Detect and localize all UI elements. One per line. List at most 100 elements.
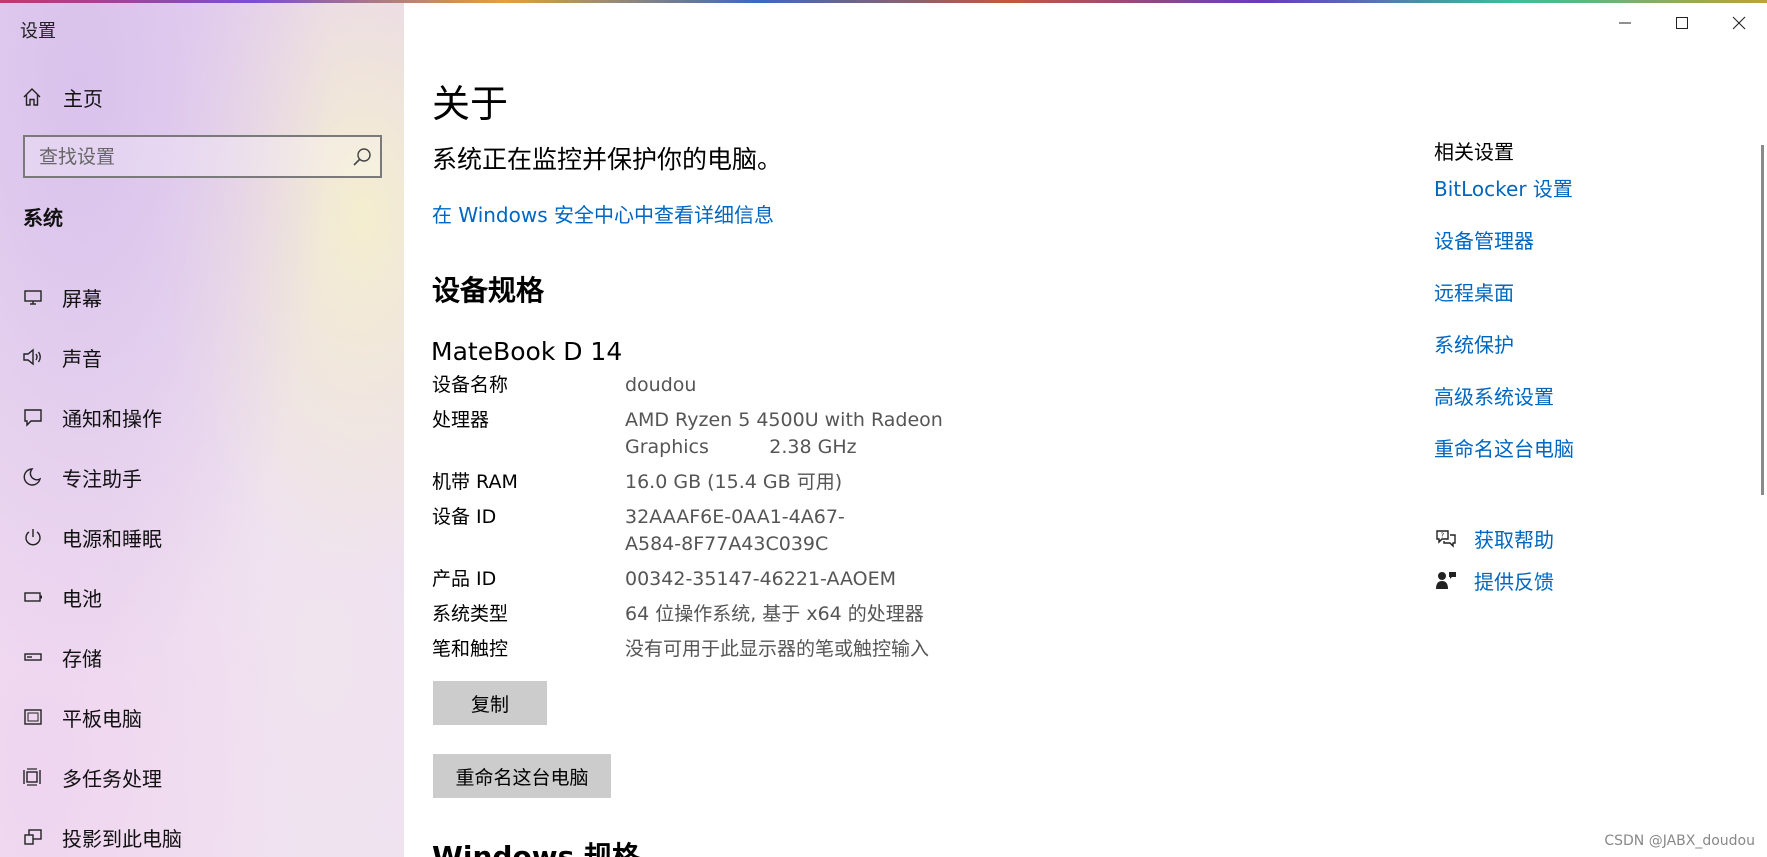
sidebar-item-project[interactable]: 投影到此电脑	[0, 807, 404, 857]
sidebar-item-label: 电池	[62, 586, 102, 611]
search-input[interactable]	[39, 145, 349, 168]
watermark: CSDN @JABX_doudou	[1604, 833, 1755, 849]
spec-row-system-type: 系统类型 64 位操作系统, 基于 x64 的处理器	[432, 601, 1132, 628]
windows-specs-heading: Windows 规格	[432, 840, 640, 857]
spec-value-line: AMD Ryzen 5 4500U with Radeon	[625, 409, 943, 431]
sidebar-item-label: 存储	[62, 646, 102, 671]
help-chat-icon: ?	[1434, 526, 1458, 550]
sidebar-item-storage[interactable]: 存储	[0, 627, 404, 687]
spec-key: 系统类型	[432, 603, 509, 625]
related-settings: 相关设置 BitLocker 设置 设备管理器 远程桌面 系统保护 高级系统设置…	[1434, 136, 1734, 485]
display-icon	[22, 286, 44, 308]
remote-desktop-link[interactable]: 远程桌面	[1434, 277, 1734, 329]
section-label: 系统	[23, 206, 63, 230]
device-specs-table: 设备名称 doudou 处理器 AMD Ryzen 5 4500U with R…	[432, 372, 1132, 671]
battery-icon	[22, 586, 44, 608]
spec-value: 00342-35147-46221-AAOEM	[625, 568, 897, 590]
speaker-icon	[22, 346, 44, 368]
spec-value: 32AAAF6E-0AA1-4A67- A584-8F77A43C039C	[625, 504, 965, 558]
sidebar: 设置 主页 系统 屏幕 声音 通知和操作	[0, 3, 404, 857]
project-icon	[22, 826, 44, 848]
sidebar-item-label: 专注助手	[62, 466, 142, 491]
spec-value: AMD Ryzen 5 4500U with Radeon Graphics 2…	[625, 407, 965, 461]
system-protection-link[interactable]: 系统保护	[1434, 329, 1734, 381]
maximize-icon	[1675, 17, 1688, 29]
spec-row-device-name: 设备名称 doudou	[432, 372, 1132, 399]
storage-icon	[22, 646, 44, 668]
sidebar-item-label: 平板电脑	[62, 706, 142, 731]
protection-status-text: 系统正在监控并保护你的电脑。	[432, 145, 783, 174]
device-manager-link[interactable]: 设备管理器	[1434, 225, 1734, 277]
sidebar-item-label: 投影到此电脑	[62, 826, 182, 851]
svg-text:?: ?	[1441, 532, 1445, 540]
sidebar-item-focus-assist[interactable]: 专注助手	[0, 447, 404, 507]
sidebar-item-multitasking[interactable]: 多任务处理	[0, 747, 404, 807]
device-specs-heading: 设备规格	[432, 274, 545, 307]
sidebar-item-label: 多任务处理	[62, 766, 162, 791]
rename-pc-button[interactable]: 重命名这台电脑	[433, 754, 611, 798]
related-settings-title: 相关设置	[1434, 140, 1514, 164]
sidebar-item-label: 主页	[63, 86, 103, 111]
sidebar-item-notifications[interactable]: 通知和操作	[0, 387, 404, 447]
spec-row-device-id: 设备 ID 32AAAF6E-0AA1-4A67- A584-8F77A43C0…	[432, 504, 1132, 558]
maximize-button[interactable]	[1653, 3, 1710, 43]
spec-key: 设备 ID	[432, 506, 497, 528]
spec-row-pen-touch: 笔和触控 没有可用于此显示器的笔或触控输入	[432, 636, 1132, 663]
sidebar-item-label: 声音	[62, 346, 102, 371]
spec-value-line: Graphics 2.38 GHz	[625, 436, 857, 458]
spec-value: 64 位操作系统, 基于 x64 的处理器	[625, 603, 924, 625]
main-content: 关于 系统正在监控并保护你的电脑。 在 Windows 安全中心中查看详细信息 …	[404, 3, 1767, 857]
spec-value: 没有可用于此显示器的笔或触控输入	[625, 638, 930, 660]
sidebar-item-power-sleep[interactable]: 电源和睡眠	[0, 507, 404, 567]
multitask-icon	[22, 766, 44, 788]
close-button[interactable]	[1710, 3, 1767, 43]
page-title: 关于	[432, 82, 509, 126]
sidebar-item-home[interactable]: 主页	[22, 82, 103, 112]
get-help-label: 获取帮助	[1474, 527, 1554, 552]
notification-icon	[22, 406, 44, 428]
spec-key: 笔和触控	[432, 638, 509, 660]
minimize-icon	[1618, 22, 1631, 24]
search-icon[interactable]	[352, 147, 372, 167]
get-help-link[interactable]: ? 获取帮助	[1434, 517, 1554, 559]
spec-key: 处理器	[432, 409, 490, 431]
sidebar-item-sound[interactable]: 声音	[0, 327, 404, 387]
sidebar-item-label: 屏幕	[62, 286, 102, 311]
spec-value-line: A584-8F77A43C039C	[625, 533, 829, 555]
spec-row-product-id: 产品 ID 00342-35147-46221-AAOEM	[432, 566, 1132, 593]
vertical-scrollbar[interactable]	[1761, 145, 1764, 495]
spec-row-processor: 处理器 AMD Ryzen 5 4500U with Radeon Graphi…	[432, 407, 1132, 461]
give-feedback-label: 提供反馈	[1474, 569, 1554, 594]
power-icon	[22, 526, 44, 548]
search-box	[23, 135, 382, 178]
advanced-system-settings-link[interactable]: 高级系统设置	[1434, 381, 1734, 433]
sidebar-item-tablet[interactable]: 平板电脑	[0, 687, 404, 747]
spec-key: 设备名称	[432, 374, 509, 396]
sidebar-item-label: 通知和操作	[62, 406, 162, 431]
rename-pc-link[interactable]: 重命名这台电脑	[1434, 433, 1734, 485]
spec-key: 产品 ID	[432, 568, 497, 590]
window-title: 设置	[20, 21, 56, 42]
copy-button[interactable]: 复制	[433, 681, 547, 725]
spec-value: 16.0 GB (15.4 GB 可用)	[625, 471, 843, 493]
spec-value: doudou	[625, 374, 697, 396]
sidebar-item-battery[interactable]: 电池	[0, 567, 404, 627]
security-center-link[interactable]: 在 Windows 安全中心中查看详细信息	[432, 199, 774, 228]
tablet-icon	[22, 706, 44, 728]
sidebar-item-display[interactable]: 屏幕	[0, 267, 404, 327]
sidebar-item-label: 电源和睡眠	[62, 526, 162, 551]
spec-row-ram: 机带 RAM 16.0 GB (15.4 GB 可用)	[432, 469, 1132, 496]
sidebar-nav: 屏幕 声音 通知和操作 专注助手 电源和睡眠 电池 存储 平板电脑 多任务处理 …	[0, 267, 404, 857]
help-links: ? 获取帮助 提供反馈	[1434, 517, 1554, 601]
spec-key: 机带 RAM	[432, 471, 518, 493]
home-icon	[22, 87, 42, 107]
bitlocker-settings-link[interactable]: BitLocker 设置	[1434, 173, 1734, 225]
feedback-icon	[1434, 568, 1458, 592]
device-model: MateBook D 14	[431, 337, 623, 366]
spec-value-line: 32AAAF6E-0AA1-4A67-	[625, 506, 845, 528]
window-controls	[1596, 3, 1767, 43]
minimize-button[interactable]	[1596, 3, 1653, 43]
close-icon	[1732, 16, 1745, 30]
give-feedback-link[interactable]: 提供反馈	[1434, 559, 1554, 601]
moon-icon	[22, 466, 44, 488]
